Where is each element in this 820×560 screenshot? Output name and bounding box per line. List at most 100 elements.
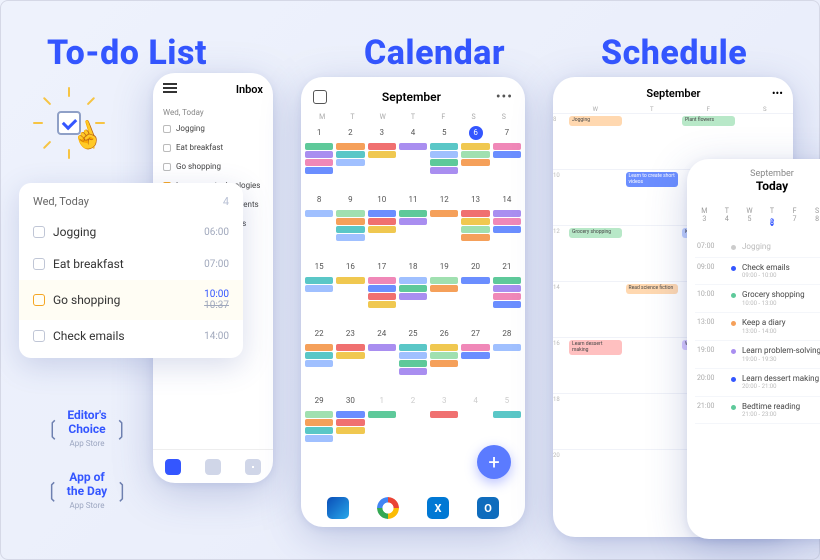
- calendar-event-chip[interactable]: [368, 293, 396, 300]
- schedule-event-block[interactable]: Learn dessert making: [569, 340, 622, 355]
- calendar-event-chip[interactable]: [461, 226, 489, 233]
- tab-grid-icon[interactable]: [245, 459, 261, 475]
- exchange-icon[interactable]: [427, 497, 449, 519]
- calendar-event-chip[interactable]: [305, 210, 333, 217]
- calendar-event-chip[interactable]: [461, 218, 489, 225]
- add-event-fab[interactable]: +: [477, 445, 511, 479]
- outlook-icon[interactable]: [477, 497, 499, 519]
- calendar-event-chip[interactable]: [368, 301, 396, 308]
- calendar-event-chip[interactable]: [399, 143, 427, 150]
- calendar-event-chip[interactable]: [461, 143, 489, 150]
- calendar-day-cell[interactable]: 9: [335, 191, 365, 257]
- todo-row[interactable]: Jogging06:00: [19, 216, 243, 248]
- calendar-event-chip[interactable]: [399, 277, 427, 284]
- calendar-day-cell[interactable]: 21: [492, 258, 522, 324]
- calendar-event-chip[interactable]: [336, 411, 364, 418]
- calendar-event-chip[interactable]: [493, 226, 521, 233]
- more-icon[interactable]: •••: [496, 89, 513, 105]
- calendar-day-cell[interactable]: 19: [429, 258, 459, 324]
- checkbox-icon[interactable]: [33, 294, 45, 306]
- schedule-cell[interactable]: [567, 394, 624, 449]
- calendar-event-chip[interactable]: [305, 360, 333, 367]
- calendar-event-chip[interactable]: [430, 277, 458, 284]
- calendar-event-chip[interactable]: [430, 151, 458, 158]
- week-date[interactable]: 5: [738, 215, 761, 229]
- calendar-event-chip[interactable]: [430, 352, 458, 359]
- schedule-event-block[interactable]: Plant flowers: [682, 116, 735, 126]
- calendar-day-cell[interactable]: 13: [460, 191, 490, 257]
- calendar-day-cell[interactable]: 14: [492, 191, 522, 257]
- schedule-event-block[interactable]: Jogging: [569, 116, 622, 126]
- calendar-event-chip[interactable]: [368, 143, 396, 150]
- calendar-event-chip[interactable]: [430, 285, 458, 292]
- calendar-event-chip[interactable]: [305, 435, 333, 442]
- calendar-event-chip[interactable]: [493, 411, 521, 418]
- calendar-day-cell[interactable]: 17: [367, 258, 397, 324]
- calendar-day-cell[interactable]: 30: [335, 392, 365, 458]
- calendar-event-chip[interactable]: [399, 293, 427, 300]
- schedule-cell[interactable]: Grocery shopping: [567, 226, 624, 281]
- calendar-day-cell[interactable]: 2: [398, 392, 428, 458]
- calendar-event-chip[interactable]: [336, 344, 364, 351]
- calendar-event-chip[interactable]: [461, 277, 489, 284]
- calendar-day-cell[interactable]: 4: [398, 124, 428, 190]
- agenda-item[interactable]: 10:00Grocery shopping10:00 - 13:00: [695, 285, 820, 313]
- calendar-event-chip[interactable]: [461, 151, 489, 158]
- schedule-cell[interactable]: Learn dessert making: [567, 338, 624, 393]
- checkbox-icon[interactable]: [33, 258, 45, 270]
- calendar-event-chip[interactable]: [461, 210, 489, 217]
- calendar-day-cell[interactable]: 7: [492, 124, 522, 190]
- todo-mini-item[interactable]: Go shopping: [153, 157, 273, 176]
- calendar-event-chip[interactable]: [336, 277, 364, 284]
- calendar-event-chip[interactable]: [399, 344, 427, 351]
- schedule-event-block[interactable]: Learn to create short videos: [626, 172, 679, 187]
- calendar-event-chip[interactable]: [493, 210, 521, 217]
- calendar-event-chip[interactable]: [399, 218, 427, 225]
- calendar-toggle-icon[interactable]: [313, 90, 327, 104]
- calendar-event-chip[interactable]: [368, 285, 396, 292]
- week-date[interactable]: 7: [783, 215, 806, 229]
- calendar-event-chip[interactable]: [399, 368, 427, 375]
- calendar-event-chip[interactable]: [336, 159, 364, 166]
- calendar-event-chip[interactable]: [336, 226, 364, 233]
- checkbox-icon[interactable]: [163, 144, 171, 152]
- calendar-day-cell[interactable]: 1: [304, 124, 334, 190]
- agenda-item[interactable]: 19:00Learn problem-solving skills19:00 -…: [695, 341, 820, 369]
- calendar-event-chip[interactable]: [430, 167, 458, 174]
- calendar-event-chip[interactable]: [493, 285, 521, 292]
- calendar-event-chip[interactable]: [368, 411, 396, 418]
- onedrive-icon[interactable]: [327, 497, 349, 519]
- calendar-day-cell[interactable]: 22: [304, 325, 334, 391]
- schedule-cell[interactable]: [624, 338, 681, 393]
- todo-row[interactable]: Eat breakfast07:00: [19, 248, 243, 280]
- calendar-event-chip[interactable]: [399, 285, 427, 292]
- calendar-event-chip[interactable]: [430, 210, 458, 217]
- calendar-event-chip[interactable]: [430, 411, 458, 418]
- calendar-day-cell[interactable]: 28: [492, 325, 522, 391]
- calendar-event-chip[interactable]: [399, 360, 427, 367]
- calendar-day-cell[interactable]: 5: [429, 124, 459, 190]
- calendar-event-chip[interactable]: [493, 293, 521, 300]
- calendar-event-chip[interactable]: [493, 143, 521, 150]
- calendar-day-cell[interactable]: 3: [429, 392, 459, 458]
- calendar-event-chip[interactable]: [336, 151, 364, 158]
- calendar-event-chip[interactable]: [336, 427, 364, 434]
- calendar-event-chip[interactable]: [430, 159, 458, 166]
- calendar-day-cell[interactable]: 24: [367, 325, 397, 391]
- checkbox-icon[interactable]: [33, 330, 45, 342]
- google-icon[interactable]: [377, 497, 399, 519]
- menu-icon[interactable]: [163, 83, 177, 93]
- calendar-event-chip[interactable]: [336, 352, 364, 359]
- agenda-item[interactable]: 13:00Keep a diary13:00 - 14:00: [695, 313, 820, 341]
- agenda-item[interactable]: 07:00Jogging: [695, 237, 820, 258]
- todo-row[interactable]: Check emails14:00: [19, 320, 243, 352]
- calendar-event-chip[interactable]: [336, 218, 364, 225]
- schedule-cell[interactable]: [567, 282, 624, 337]
- calendar-event-chip[interactable]: [493, 344, 521, 351]
- calendar-day-cell[interactable]: 12: [429, 191, 459, 257]
- calendar-day-cell[interactable]: 20: [460, 258, 490, 324]
- calendar-event-chip[interactable]: [368, 226, 396, 233]
- calendar-event-chip[interactable]: [305, 143, 333, 150]
- checkbox-icon[interactable]: [163, 163, 171, 171]
- calendar-day-cell[interactable]: 16: [335, 258, 365, 324]
